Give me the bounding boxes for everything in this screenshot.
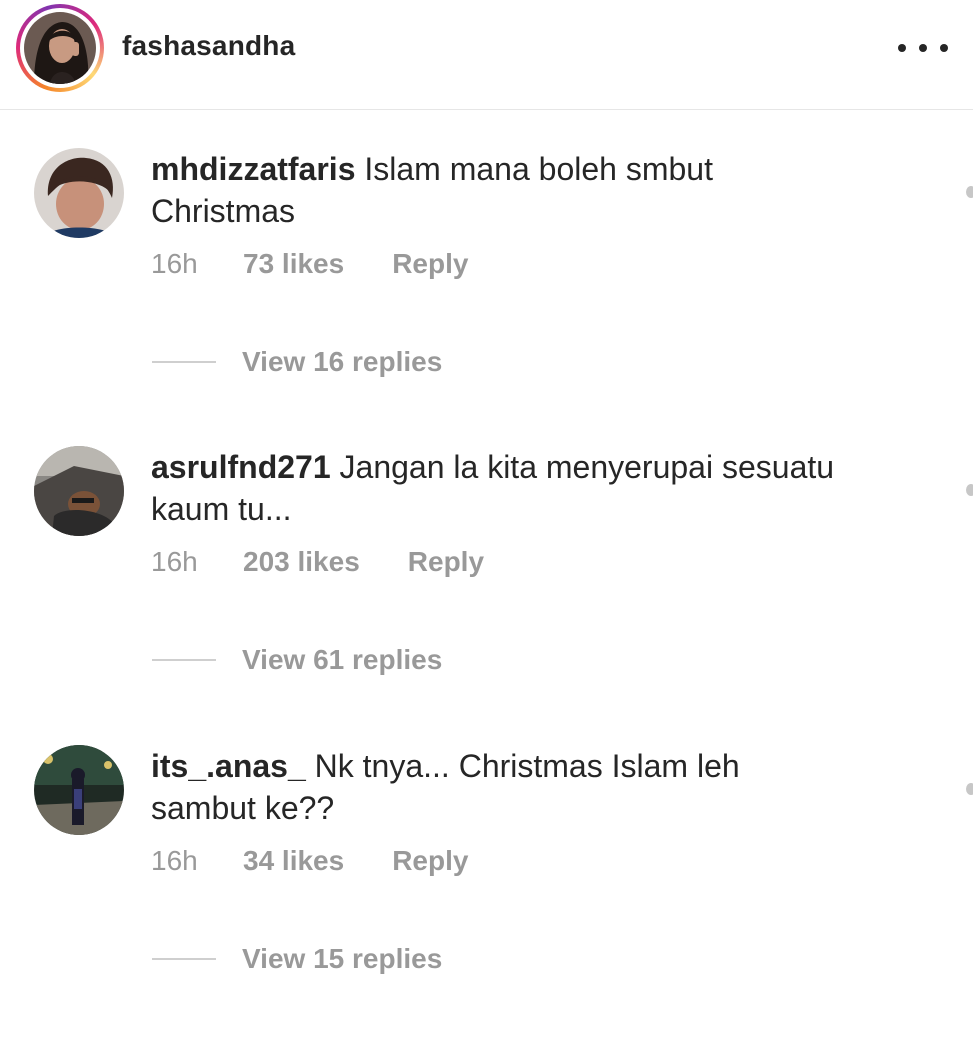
replies-divider-line <box>152 958 216 960</box>
reply-button[interactable]: Reply <box>408 546 484 578</box>
story-ring[interactable] <box>16 4 104 92</box>
dot <box>898 44 906 52</box>
view-replies-button[interactable]: View 61 replies <box>152 644 442 676</box>
comment-meta: 16h 203 likes Reply <box>151 546 484 578</box>
profile-photo <box>24 12 96 84</box>
comment-timestamp: 16h <box>151 845 198 876</box>
commenter-photo <box>34 148 124 238</box>
post-author-username[interactable]: fashasandha <box>122 30 295 62</box>
profile-avatar[interactable] <box>24 12 96 84</box>
view-replies-label: View 16 replies <box>242 346 443 377</box>
more-horizontal-icon[interactable] <box>898 38 948 58</box>
post-header: fashasandha <box>0 0 973 110</box>
dot <box>940 44 948 52</box>
comment-item: mhdizzatfaris Islam mana boleh smbut Chr… <box>0 148 973 447</box>
comment-likes[interactable]: 203 likes <box>243 546 360 578</box>
reply-button[interactable]: Reply <box>392 248 468 280</box>
comment-likes[interactable]: 34 likes <box>243 845 344 877</box>
comment-username[interactable]: mhdizzatfaris <box>151 151 355 187</box>
view-replies-button[interactable]: View 15 replies <box>152 943 442 975</box>
comment-item: its_.anas_ Nk tnya... Christmas Islam le… <box>0 745 973 1044</box>
replies-divider-line <box>152 659 216 661</box>
replies-divider-line <box>152 361 216 363</box>
comment-meta: 16h 34 likes Reply <box>151 845 468 877</box>
commenter-avatar[interactable] <box>34 148 124 238</box>
reply-button[interactable]: Reply <box>392 845 468 877</box>
comment-text: mhdizzatfaris Islam mana boleh smbut Chr… <box>151 148 851 232</box>
avatar-border <box>20 8 100 88</box>
comment-text: asrulfnd271 Jangan la kita menyerupai se… <box>151 446 851 530</box>
comment-item: asrulfnd271 Jangan la kita menyerupai se… <box>0 446 973 745</box>
commenter-avatar[interactable] <box>34 745 124 835</box>
comment-username[interactable]: asrulfnd271 <box>151 449 331 485</box>
like-heart-icon[interactable] <box>966 484 973 496</box>
like-heart-icon[interactable] <box>966 783 973 795</box>
dot <box>919 44 927 52</box>
comment-meta: 16h 73 likes Reply <box>151 248 468 280</box>
like-heart-icon[interactable] <box>966 186 973 198</box>
commenter-photo <box>34 446 124 536</box>
view-replies-label: View 61 replies <box>242 644 443 675</box>
comment-text: its_.anas_ Nk tnya... Christmas Islam le… <box>151 745 851 829</box>
view-replies-label: View 15 replies <box>242 943 443 974</box>
view-replies-button[interactable]: View 16 replies <box>152 346 442 378</box>
comment-timestamp: 16h <box>151 546 198 577</box>
comment-timestamp: 16h <box>151 248 198 279</box>
commenter-photo <box>34 745 124 835</box>
comment-username[interactable]: its_.anas_ <box>151 748 306 784</box>
commenter-avatar[interactable] <box>34 446 124 536</box>
comment-likes[interactable]: 73 likes <box>243 248 344 280</box>
